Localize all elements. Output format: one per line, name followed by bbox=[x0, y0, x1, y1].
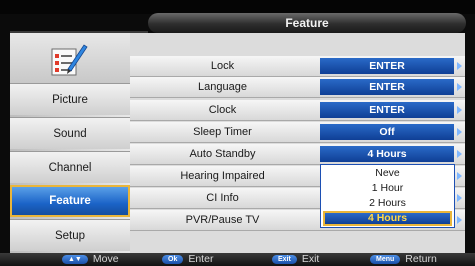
hint-label: Exit bbox=[301, 253, 320, 265]
row-label: Language bbox=[198, 81, 247, 93]
arrow-keys-icon: ▲▼ bbox=[62, 255, 88, 264]
hint-return: Menu Return bbox=[370, 253, 437, 266]
sidebar: Picture Sound Channel Feature Setup bbox=[10, 33, 130, 253]
sidebar-item-label: Picture bbox=[52, 94, 88, 106]
hint-label: Enter bbox=[188, 253, 214, 265]
language-enter-button[interactable]: ENTER bbox=[320, 79, 454, 95]
chevron-right-icon bbox=[457, 216, 462, 224]
menu-row-sleep-timer[interactable]: Sleep Timer Off bbox=[130, 122, 465, 143]
screen-bezel bbox=[0, 0, 475, 14]
auto-standby-value[interactable]: 4 Hours bbox=[320, 146, 454, 162]
chevron-right-icon bbox=[457, 194, 462, 202]
footer-hint-bar: ▲▼ Move Ok Enter Exit Exit Menu Return bbox=[0, 253, 475, 266]
dropdown-option-2-hours[interactable]: 2 Hours bbox=[323, 196, 452, 211]
dropdown-option-neve[interactable]: Neve bbox=[323, 166, 452, 181]
row-label: Sleep Timer bbox=[193, 126, 252, 138]
sidebar-item-label: Sound bbox=[53, 128, 87, 140]
sidebar-item-feature[interactable]: Feature bbox=[10, 185, 130, 217]
sidebar-item-label: Channel bbox=[48, 162, 92, 174]
ok-key-icon: Ok bbox=[162, 255, 184, 264]
sleep-timer-value[interactable]: Off bbox=[320, 124, 454, 140]
menu-row-clock[interactable]: Clock ENTER bbox=[130, 100, 465, 121]
hint-enter: Ok Enter bbox=[162, 253, 213, 266]
row-label: Clock bbox=[208, 104, 237, 116]
sidebar-item-sound[interactable]: Sound bbox=[10, 117, 130, 149]
hint-exit: Exit Exit bbox=[272, 253, 319, 266]
menu-key-icon: Menu bbox=[370, 255, 401, 264]
row-label: CI Info bbox=[206, 192, 239, 204]
clock-enter-button[interactable]: ENTER bbox=[320, 102, 454, 118]
chevron-right-icon bbox=[457, 150, 462, 158]
hint-label: Return bbox=[405, 253, 437, 265]
settings-checklist-icon bbox=[51, 44, 88, 76]
menu-row-lock[interactable]: Lock ENTER bbox=[130, 56, 465, 77]
sidebar-logo bbox=[10, 33, 130, 83]
row-label: Auto Standby bbox=[189, 148, 256, 160]
chevron-right-icon bbox=[457, 172, 462, 180]
chevron-right-icon bbox=[457, 106, 462, 114]
lock-enter-button[interactable]: ENTER bbox=[320, 58, 454, 74]
row-label: Lock bbox=[210, 60, 235, 72]
chevron-right-icon bbox=[457, 128, 462, 136]
chevron-right-icon bbox=[457, 62, 462, 70]
dropdown-option-4-hours[interactable]: 4 Hours bbox=[323, 211, 452, 226]
chevron-right-icon bbox=[457, 83, 462, 91]
sidebar-item-picture[interactable]: Picture bbox=[10, 83, 130, 115]
sidebar-item-channel[interactable]: Channel bbox=[10, 151, 130, 183]
sidebar-item-label: Setup bbox=[54, 230, 86, 242]
hint-move: ▲▼ Move bbox=[62, 253, 119, 266]
hint-label: Move bbox=[92, 253, 119, 265]
sidebar-item-label: Feature bbox=[49, 195, 91, 207]
auto-standby-dropdown[interactable]: Neve 1 Hour 2 Hours 4 Hours bbox=[320, 164, 455, 228]
dropdown-option-1-hour[interactable]: 1 Hour bbox=[323, 181, 452, 196]
exit-key-icon: Exit bbox=[272, 255, 297, 264]
row-label: Hearing Impaired bbox=[180, 170, 265, 182]
sidebar-item-setup[interactable]: Setup bbox=[10, 219, 130, 251]
menu-title: Feature bbox=[148, 13, 466, 33]
menu-row-auto-standby[interactable]: Auto Standby 4 Hours bbox=[130, 144, 465, 165]
row-label: PVR/Pause TV bbox=[185, 214, 260, 226]
menu-row-language[interactable]: Language ENTER bbox=[130, 77, 465, 98]
